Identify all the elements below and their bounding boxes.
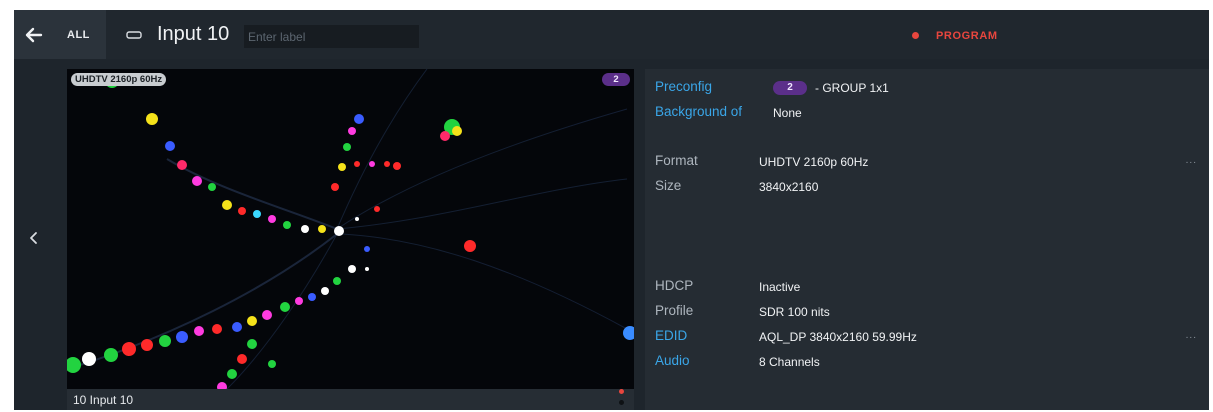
profile-label: Profile	[655, 303, 694, 318]
input-port-icon	[126, 31, 142, 39]
preview-caption: 10 Input 10	[67, 389, 634, 410]
preconfig-value: - GROUP 1x1	[815, 81, 889, 95]
input-info-panel: Preconfig 2 - GROUP 1x1 Background of No…	[645, 69, 1209, 410]
preconfig-number-badge: 2	[602, 73, 630, 86]
size-label: Size	[655, 178, 682, 193]
back-to-all-button[interactable]: ALL	[14, 10, 106, 59]
preconfig-link[interactable]: Preconfig	[655, 79, 712, 94]
previous-nav[interactable]	[14, 59, 67, 410]
edid-more-icon[interactable]: ...	[1186, 330, 1197, 341]
audio-link[interactable]: Audio	[655, 353, 690, 368]
resolution-badge: UHDTV 2160p 60Hz	[71, 73, 167, 86]
format-label: Format	[655, 153, 698, 168]
status-dot-icon	[619, 389, 624, 394]
audio-value: 8 Channels	[759, 355, 820, 369]
back-arrow-icon	[25, 27, 43, 43]
format-more-icon[interactable]: ...	[1186, 155, 1197, 166]
background-of-value: None	[773, 106, 802, 120]
all-label: ALL	[67, 29, 90, 41]
size-value: 3840x2160	[759, 180, 819, 194]
background-of-link[interactable]: Background of	[655, 104, 742, 119]
input-preview[interactable]: UHDTV 2160p 60Hz 2	[67, 69, 634, 409]
input-name: 10 Input 10	[73, 393, 134, 407]
preconfig-number-badge: 2	[773, 81, 807, 95]
chevron-left-icon[interactable]	[28, 231, 40, 245]
page-title: Input 10	[157, 23, 230, 45]
edid-value: AQL_DP 3840x2160 59.99Hz	[759, 330, 917, 344]
format-value: UHDTV 2160p 60Hz	[759, 155, 869, 169]
label-input[interactable]	[244, 25, 419, 48]
input-detail-panel: ALL Input 10 PROGRAM	[14, 10, 1209, 410]
preview-image	[67, 69, 634, 389]
status-dot-inactive-icon	[619, 400, 624, 405]
record-dot-icon	[912, 32, 919, 39]
top-bar: ALL Input 10 PROGRAM	[14, 10, 1209, 59]
profile-value: SDR 100 nits	[759, 305, 830, 319]
program-status: PROGRAM	[936, 30, 998, 42]
hdcp-value: Inactive	[759, 280, 801, 294]
hdcp-label: HDCP	[655, 278, 694, 293]
edid-link[interactable]: EDID	[655, 328, 687, 343]
